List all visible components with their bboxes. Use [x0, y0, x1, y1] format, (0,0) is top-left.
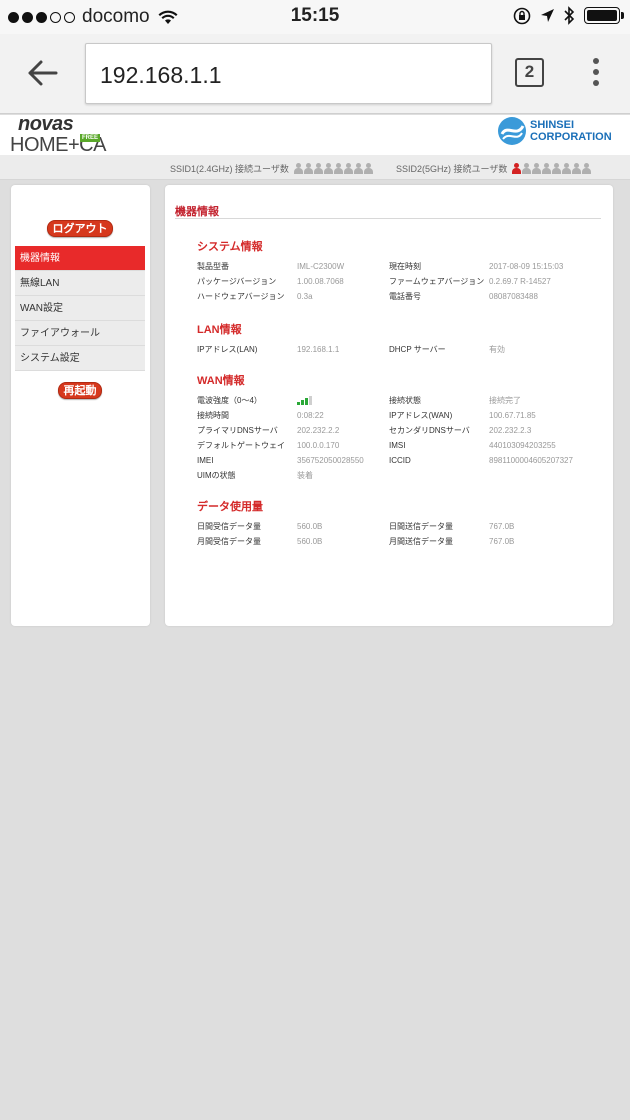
status-bar: docomo 15:15: [0, 0, 630, 34]
corp-name-line2: CORPORATION: [530, 131, 612, 143]
router-header: novas HOME+CA FREE SHINSEI CORPORATION: [0, 113, 630, 156]
device-info-panel: 機器情報 システム情報 製品型番 IML-C2300W 現在時刻 2017-08…: [165, 185, 613, 626]
ssid2-group: SSID2(5GHz) 接続ユーザ数: [396, 162, 592, 175]
sidebar: ログアウト 機器情報 無線LAN WAN設定 ファイアウォール システム設定 再…: [11, 185, 150, 626]
free-badge: FREE: [80, 134, 101, 142]
info-row: パッケージバージョン 1.00.08.7068 ファームウェアバージョン 0.2…: [197, 277, 551, 286]
data-usage-section: データ使用量 日間受信データ量 560.0B 日間送信データ量 767.0B 月…: [197, 498, 514, 549]
battery-icon: [584, 7, 624, 24]
sidebar-item-wireless-lan[interactable]: 無線LAN: [15, 271, 145, 296]
info-row: プライマリDNSサーバ 202.232.2.2 セカンダリDNSサーバ 202.…: [197, 426, 532, 435]
system-info-section: システム情報 製品型番 IML-C2300W 現在時刻 2017-08-09 1…: [197, 238, 563, 304]
ssid1-group: SSID1(2.4GHz) 接続ユーザ数: [170, 162, 373, 175]
user-icon: [552, 163, 562, 174]
rotation-lock-icon: [513, 7, 531, 24]
info-row: 日間受信データ量 560.0B 日間送信データ量 767.0B: [197, 522, 515, 531]
sidebar-item-firewall[interactable]: ファイアウォール: [15, 321, 145, 346]
wan-info-section: WAN情報 電波強度（0〜4） 接続状態 接続完了 接続時間 0:08:22 I…: [197, 372, 573, 483]
ssid1-user-icons: [293, 163, 373, 174]
info-row: 月間受信データ量 560.0B 月間送信データ量 767.0B: [197, 537, 515, 546]
tab-switcher-button[interactable]: 2: [515, 58, 544, 87]
section-title: データ使用量: [197, 501, 263, 513]
ssid1-label: SSID1(2.4GHz) 接続ユーザ数: [170, 164, 289, 174]
sidebar-item-wan-settings[interactable]: WAN設定: [15, 296, 145, 321]
ssid2-label: SSID2(5GHz) 接続ユーザ数: [396, 164, 508, 174]
sidebar-item-device-info[interactable]: 機器情報: [15, 246, 145, 271]
user-icon: [353, 163, 363, 174]
info-row: UIMの状態 装着: [197, 471, 313, 480]
user-icon: [562, 163, 572, 174]
user-icon: [343, 163, 353, 174]
user-icon: [522, 163, 532, 174]
user-icon: [323, 163, 333, 174]
signal-bar: [305, 398, 308, 405]
address-bar[interactable]: 192.168.1.1: [85, 43, 492, 104]
info-row: IPアドレス(LAN) 192.168.1.1 DHCP サーバー 有効: [197, 345, 505, 354]
user-icon: [582, 163, 592, 174]
page-title: 機器情報: [175, 206, 219, 218]
user-icon: [532, 163, 542, 174]
lan-info-section: LAN情報 IPアドレス(LAN) 192.168.1.1 DHCP サーバー …: [197, 321, 505, 357]
signal-strength-icon: [297, 396, 389, 405]
user-icon: [293, 163, 303, 174]
user-icon: [313, 163, 323, 174]
info-row: 電波強度（0〜4） 接続状態 接続完了: [197, 396, 521, 405]
url-text: 192.168.1.1: [100, 62, 222, 88]
reboot-button[interactable]: 再起動: [58, 382, 102, 399]
user-icon: [303, 163, 313, 174]
info-row: ハードウェアバージョン 0.3a 電話番号 08087083488: [197, 292, 538, 301]
ssid2-user-icons: [512, 163, 592, 174]
overflow-menu-icon[interactable]: [588, 58, 604, 90]
info-row: 製品型番 IML-C2300W 現在時刻 2017-08-09 15:15:03: [197, 262, 564, 271]
user-icon: [542, 163, 552, 174]
user-icon: [363, 163, 373, 174]
novas-logo: novas: [18, 113, 74, 135]
shinsei-logo: SHINSEI CORPORATION: [497, 116, 612, 146]
info-row: デフォルトゲートウェイ 100.0.0.170 IMSI 44010309420…: [197, 441, 556, 450]
signal-bar: [309, 396, 312, 405]
corp-name-line1: SHINSEI: [530, 119, 575, 131]
signal-bar: [297, 402, 300, 405]
user-icon: [512, 163, 522, 174]
user-icon: [333, 163, 343, 174]
section-title: WAN情報: [197, 375, 245, 387]
sidebar-nav: 機器情報 無線LAN WAN設定 ファイアウォール システム設定: [15, 246, 145, 371]
logout-button[interactable]: ログアウト: [47, 220, 113, 237]
info-row: IMEI 356752050028550 ICCID 8981100004605…: [197, 456, 573, 465]
shinsei-swirl-icon: [498, 117, 526, 145]
user-icon: [572, 163, 582, 174]
ssid-user-bar: SSID1(2.4GHz) 接続ユーザ数 SSID2(5GHz) 接続ユーザ数: [0, 155, 630, 180]
section-title: LAN情報: [197, 324, 242, 336]
info-row: 接続時間 0:08:22 IPアドレス(WAN) 100.67.71.85: [197, 411, 536, 420]
bluetooth-icon: [564, 6, 575, 25]
browser-toolbar: 192.168.1.1 2: [0, 34, 630, 114]
sidebar-item-system-settings[interactable]: システム設定: [15, 346, 145, 371]
location-arrow-icon: [541, 9, 554, 22]
title-divider: [175, 218, 601, 219]
section-title: システム情報: [197, 241, 263, 253]
signal-bar: [301, 400, 304, 405]
back-arrow-icon[interactable]: [26, 56, 60, 90]
